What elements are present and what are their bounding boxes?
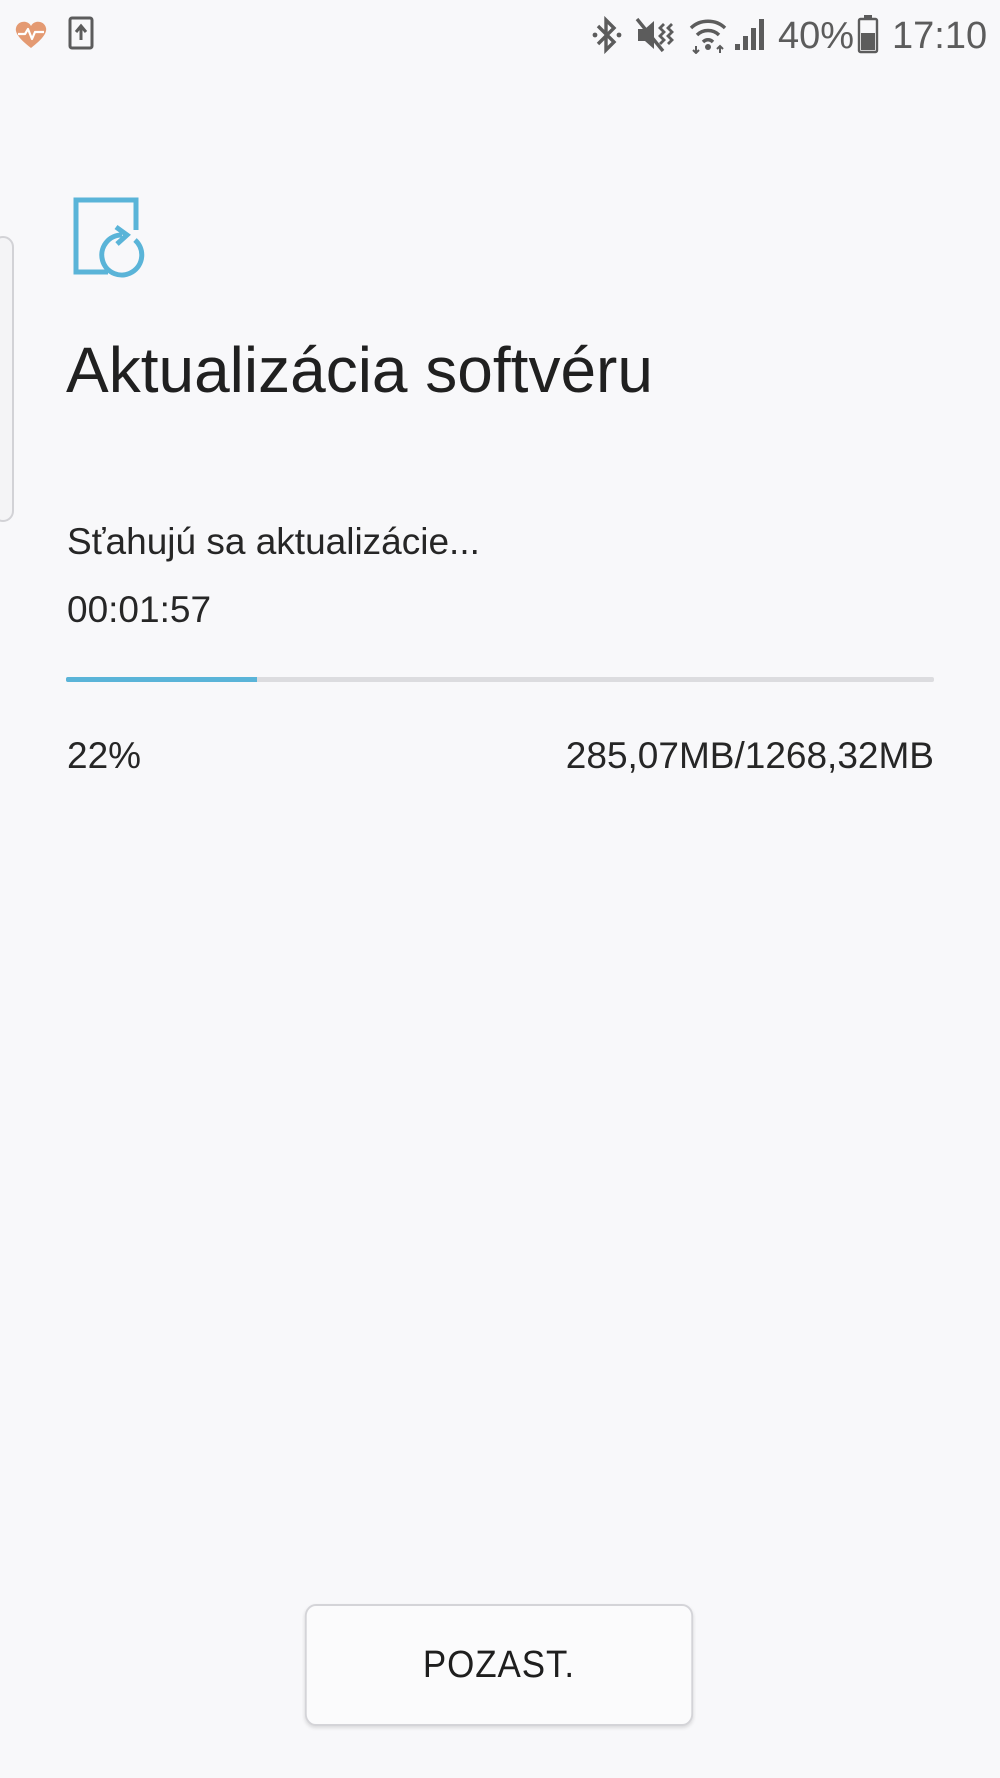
progress-percent: 22% (67, 735, 142, 776)
clock-time: 17:10 (892, 15, 988, 57)
download-progress-fill (66, 677, 257, 682)
battery-percentage: 40% (778, 15, 855, 57)
status-bar: 40% 17:10 (0, 0, 1000, 72)
download-progress-bar (66, 677, 934, 682)
elapsed-time: 00:01:57 (67, 589, 212, 630)
page-title: Aktualizácia softvéru (66, 334, 653, 406)
mute-vibrate-icon (635, 17, 674, 53)
download-size: 285,07MB/1268,32MB (565, 735, 934, 776)
edge-panel-handle[interactable] (0, 236, 14, 522)
download-status-text: Sťahujú sa aktualizácie... (67, 521, 480, 562)
device-update-icon (68, 16, 94, 50)
battery-icon (857, 15, 879, 54)
signal-icon (735, 19, 764, 50)
bluetooth-icon (592, 16, 622, 54)
health-heart-icon (15, 21, 47, 48)
software-update-icon (73, 197, 145, 278)
pause-button[interactable]: POZAST. (304, 1604, 694, 1726)
wifi-icon (689, 19, 727, 54)
